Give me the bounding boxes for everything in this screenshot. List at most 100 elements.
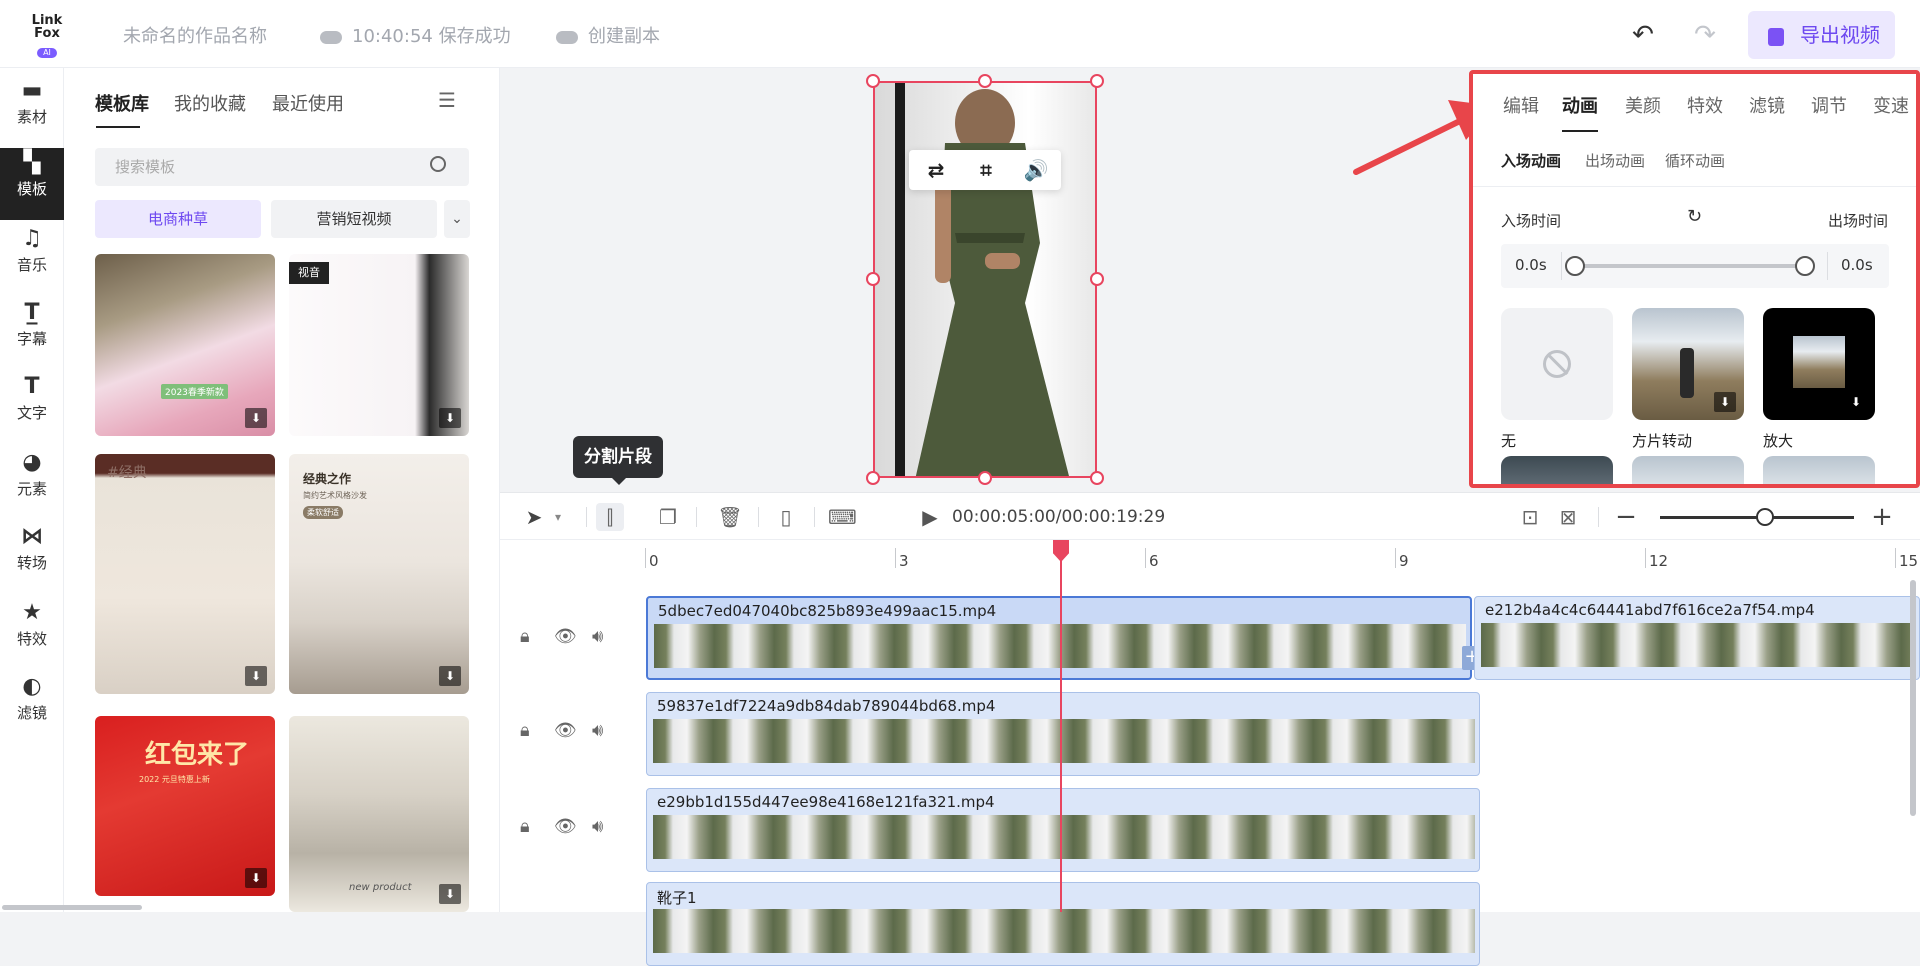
playhead[interactable] xyxy=(1060,540,1062,912)
animation-flip-card[interactable]: ⬇ xyxy=(1632,308,1744,420)
template-thumb-6[interactable]: new product ⬇ xyxy=(289,716,469,912)
animation-zoom-card[interactable]: ⬇ xyxy=(1763,308,1875,420)
vertical-scrollbar[interactable] xyxy=(1910,580,1916,816)
chevron-down-icon[interactable]: ▾ xyxy=(544,503,572,531)
volume-icon[interactable]: 🔊︎ xyxy=(592,720,603,741)
keyboard-icon[interactable]: ⌨ xyxy=(828,503,857,531)
resize-handle[interactable] xyxy=(978,74,992,88)
lock-icon[interactable]: 🔒︎ xyxy=(520,720,530,741)
zoom-slider-knob[interactable] xyxy=(1756,508,1774,526)
lock-icon[interactable]: 🔒︎ xyxy=(520,626,530,647)
rail-item-filter[interactable]: ◐ 滤镜 xyxy=(0,672,64,744)
tab-adjust[interactable]: 调节 xyxy=(1811,92,1847,118)
resize-handle[interactable] xyxy=(866,74,880,88)
tab-favorites[interactable]: 我的收藏 xyxy=(174,90,246,116)
template-thumb-1[interactable]: 2023春季新款 ⬇ xyxy=(95,254,275,436)
tab-template-library[interactable]: 模板库 xyxy=(95,90,149,116)
rail-item-text[interactable]: T 文字 xyxy=(0,372,64,444)
template-thumb-5[interactable]: 红包来了 2022 元旦特惠上新 ⬇ xyxy=(95,716,275,896)
rail-item-transition[interactable]: ⋈ 转场 xyxy=(0,522,64,594)
app-logo[interactable]: Link Fox AI xyxy=(24,14,70,60)
rail-item-element[interactable]: ◕ 元素 xyxy=(0,448,64,520)
delete-icon[interactable]: 🗑 xyxy=(716,503,744,531)
undo-button[interactable]: ↶ xyxy=(1626,18,1660,52)
resize-handle[interactable] xyxy=(866,471,880,485)
download-icon[interactable]: ⬇ xyxy=(245,868,267,888)
video-preview[interactable] xyxy=(873,81,1097,478)
tab-speed[interactable]: 变速 xyxy=(1873,92,1909,118)
timeline-clip[interactable]: e212b4a4c4c64441abd7f616ce2a7f54.mp4 xyxy=(1474,596,1920,680)
template-thumb-2[interactable]: 视音 ⬇ xyxy=(289,254,469,436)
resize-handle[interactable] xyxy=(866,272,880,286)
subtab-exit-animation[interactable]: 出场动画 xyxy=(1585,150,1645,171)
timeline-clip[interactable]: 5dbec7ed047040bc825b893e499aac15.mp4 xyxy=(646,596,1472,680)
tab-recent[interactable]: 最近使用 xyxy=(272,90,344,116)
split-clip-button[interactable]: ⫿ xyxy=(596,503,624,531)
tab-edit[interactable]: 编辑 xyxy=(1503,92,1539,118)
animation-card[interactable] xyxy=(1632,456,1744,484)
play-icon[interactable]: ▶ xyxy=(916,503,944,531)
reset-icon[interactable]: ↻ xyxy=(1687,206,1702,227)
template-search-input[interactable]: 搜索模板 xyxy=(95,148,469,186)
rail-item-template[interactable]: ▚ 模板 xyxy=(0,148,64,220)
freeze-frame-icon[interactable]: ▯ xyxy=(772,503,800,531)
tab-animation[interactable]: 动画 xyxy=(1562,92,1598,118)
redo-button[interactable]: ↷ xyxy=(1688,18,1722,52)
search-icon[interactable] xyxy=(430,156,446,172)
eye-icon[interactable]: 👁︎ xyxy=(554,720,577,741)
chip-ecommerce[interactable]: 电商种草 xyxy=(95,200,261,238)
download-icon[interactable]: ⬇ xyxy=(439,884,461,904)
zoom-fit-icon[interactable]: ⊡ xyxy=(1516,503,1544,531)
download-icon[interactable]: ⬇ xyxy=(439,408,461,428)
subtab-loop-animation[interactable]: 循环动画 xyxy=(1665,150,1725,171)
enter-time-value[interactable]: 0.0s xyxy=(1515,256,1547,274)
timeline-clip[interactable]: 59837e1df7224a9db84dab789044bd68.mp4 xyxy=(646,692,1480,776)
eye-icon[interactable]: 👁︎ xyxy=(554,816,577,837)
exit-time-value[interactable]: 0.0s xyxy=(1841,256,1873,274)
rail-item-subtitle[interactable]: T̲ 字幕 xyxy=(0,298,64,370)
collapse-menu-icon[interactable]: ☰ xyxy=(438,88,456,112)
zoom-out-icon[interactable]: − xyxy=(1612,503,1640,531)
download-icon[interactable]: ⬇ xyxy=(1845,392,1867,412)
crop-icon[interactable]: ⌗ xyxy=(971,156,1001,184)
lock-icon[interactable]: 🔒︎ xyxy=(520,816,530,837)
animation-none-card[interactable] xyxy=(1501,308,1613,420)
chevron-down-icon[interactable]: ⌄ xyxy=(444,200,470,238)
download-icon[interactable]: ⬇ xyxy=(245,666,267,686)
swap-icon[interactable]: ⇄ xyxy=(921,156,951,184)
create-copy-button[interactable]: 创建副本 xyxy=(556,22,660,48)
resize-handle[interactable] xyxy=(1090,272,1104,286)
project-name[interactable]: 未命名的作品名称 xyxy=(123,22,267,48)
copy-clip-icon[interactable]: ❐ xyxy=(654,503,682,531)
timeline-clip[interactable]: e29bb1d155d447ee98e4168e121fa321.mp4 xyxy=(646,788,1480,872)
animation-card[interactable] xyxy=(1501,456,1613,484)
eye-icon[interactable]: 👁︎ xyxy=(554,626,577,647)
tab-beauty[interactable]: 美颜 xyxy=(1625,92,1661,118)
volume-icon[interactable]: 🔊︎ xyxy=(592,816,603,837)
download-icon[interactable]: ⬇ xyxy=(439,666,461,686)
template-thumb-4[interactable]: 经典之作 简约艺术风格沙发 柔软舒适 ⬇ xyxy=(289,454,469,694)
rail-item-effect[interactable]: ★ 特效 xyxy=(0,598,64,670)
resize-handle[interactable] xyxy=(1090,74,1104,88)
volume-icon[interactable]: 🔊 xyxy=(1021,156,1051,184)
download-icon[interactable]: ⬇ xyxy=(245,408,267,428)
tab-filter[interactable]: 滤镜 xyxy=(1749,92,1785,118)
enter-time-knob[interactable] xyxy=(1565,256,1585,276)
rail-item-music[interactable]: ♫ 音乐 xyxy=(0,224,64,296)
exit-time-knob[interactable] xyxy=(1795,256,1815,276)
zoom-in-icon[interactable]: + xyxy=(1868,503,1896,531)
rail-item-material[interactable]: ▬ 素材 xyxy=(0,76,64,148)
export-video-button[interactable]: 导出视频 xyxy=(1748,11,1895,59)
volume-icon[interactable]: 🔊︎ xyxy=(592,626,603,647)
template-thumb-3[interactable]: #经典 ⬇ xyxy=(95,454,275,694)
slider-track[interactable] xyxy=(1573,264,1807,268)
timeline-clip[interactable]: 靴子1 xyxy=(646,882,1480,966)
horizontal-scrollbar[interactable] xyxy=(2,905,142,910)
resize-handle[interactable] xyxy=(1090,471,1104,485)
zoom-search-icon[interactable]: ⊠ xyxy=(1554,503,1582,531)
chip-marketing[interactable]: 营销短视频 xyxy=(271,200,437,238)
download-icon[interactable]: ⬇ xyxy=(1714,392,1736,412)
resize-handle[interactable] xyxy=(978,471,992,485)
tab-effect[interactable]: 特效 xyxy=(1687,92,1723,118)
subtab-enter-animation[interactable]: 入场动画 xyxy=(1501,150,1561,171)
